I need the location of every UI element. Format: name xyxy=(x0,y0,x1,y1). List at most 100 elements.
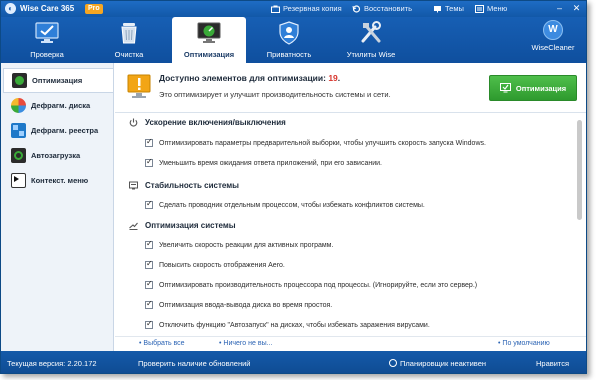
app-title: Wise Care 365 xyxy=(20,4,75,13)
option-label: Оптимизировать параметры предварительной… xyxy=(159,139,486,147)
option-label: Увеличить скорость реакции для активных … xyxy=(159,241,334,249)
option-row[interactable]: Повысить скорость отображения Aero. xyxy=(145,259,285,269)
content-panel: Доступно элементов для оптимизации: 19. … xyxy=(115,63,586,351)
option-label: Повысить скорость отображения Aero. xyxy=(159,261,285,269)
wisecleaner-label: WiseCleaner xyxy=(531,43,575,52)
select-none-link[interactable]: • Ничего не вы... xyxy=(219,340,272,347)
backup-icon xyxy=(271,5,280,13)
option-checkbox[interactable] xyxy=(145,239,153,249)
scheduler-status[interactable]: Планировщик неактивен xyxy=(389,359,486,368)
restore-label: Восстановить xyxy=(364,4,413,13)
select-all-link[interactable]: • Выбрать все xyxy=(139,340,185,347)
backup-label: Резервная копия xyxy=(283,4,342,13)
option-checkbox[interactable] xyxy=(145,199,153,209)
restore-menu[interactable]: Восстановить xyxy=(352,4,412,13)
tab-clean-label: Очистка xyxy=(114,50,144,59)
option-label: Оптимизировать производительность процес… xyxy=(159,281,478,289)
warning-monitor-icon xyxy=(127,74,151,98)
wisecleaner-logo-icon: W xyxy=(543,20,563,40)
main-nav: Проверка Очистка Оптимизация Приватность… xyxy=(1,17,586,63)
tab-privacy[interactable]: Приватность xyxy=(257,17,321,63)
tab-optimize-label: Оптимизация xyxy=(183,50,235,59)
backup-menu[interactable]: Резервная копия xyxy=(271,4,342,13)
summary-banner: Доступно элементов для оптимизации: 19. … xyxy=(115,63,586,113)
themes-menu[interactable]: Темы xyxy=(433,4,464,13)
sidebar-item-registry-defrag[interactable]: Дефрагм. реестра xyxy=(3,118,113,143)
option-row[interactable]: Оптимизировать параметры предварительной… xyxy=(145,137,486,147)
option-row[interactable]: Увеличить скорость реакции для активных … xyxy=(145,239,334,249)
trash-can-icon xyxy=(121,23,137,44)
disk-defrag-icon xyxy=(11,98,26,113)
optimize-button[interactable]: Оптимизация xyxy=(489,75,577,101)
tab-clean[interactable]: Очистка xyxy=(97,17,161,63)
section-title: Оптимизация системы xyxy=(145,221,236,230)
default-label: По умолчанию xyxy=(502,340,550,347)
sidebar-item-label: Контекст. меню xyxy=(31,176,89,185)
minimize-button[interactable]: – xyxy=(554,3,565,14)
tab-check-label: Проверка xyxy=(30,50,64,59)
main-menu[interactable]: Меню xyxy=(475,4,507,13)
vertical-scrollbar[interactable] xyxy=(576,116,583,332)
sidebar-item-disk-defrag[interactable]: Дефрагм. диска xyxy=(3,93,113,118)
option-checkbox[interactable] xyxy=(145,259,153,269)
section-system-optimization: Оптимизация системы xyxy=(129,221,236,230)
scheduler-label: Планировщик неактивен xyxy=(400,359,487,368)
like-button[interactable]: Нравится xyxy=(536,359,569,368)
options-list: Ускорение включения/выключения Оптимизир… xyxy=(115,114,575,336)
sidebar-item-startup[interactable]: Автозагрузка xyxy=(3,143,113,168)
scrollbar-thumb[interactable] xyxy=(577,120,582,220)
close-button[interactable]: ✕ xyxy=(571,3,582,14)
option-row[interactable]: Сделать проводник отдельным процессом, ч… xyxy=(145,199,425,209)
sidebar: Оптимизация Дефрагм. диска Дефрагм. реес… xyxy=(1,63,114,351)
themes-icon xyxy=(434,5,441,12)
shield-icon xyxy=(279,21,299,45)
sidebar-item-optimize[interactable]: Оптимизация xyxy=(3,68,113,93)
sidebar-item-context-menu[interactable]: Контекст. меню xyxy=(3,168,113,193)
option-checkbox[interactable] xyxy=(145,299,153,309)
power-icon xyxy=(129,118,138,127)
option-row[interactable]: Уменьшить время ожидания ответа приложен… xyxy=(145,157,382,167)
optimize-button-label: Оптимизация xyxy=(515,83,567,93)
sidebar-item-label: Дефрагм. реестра xyxy=(31,126,99,135)
status-bar: Текущая версия: 2.20.172 Проверить налич… xyxy=(1,351,586,373)
default-link[interactable]: • По умолчанию xyxy=(498,340,550,347)
menu-label: Меню xyxy=(487,4,508,13)
option-row[interactable]: Отключить функцию "Автозапуск" на дисках… xyxy=(145,319,430,329)
tab-check[interactable]: Проверка xyxy=(15,17,79,63)
option-checkbox[interactable] xyxy=(145,279,153,289)
optimize-button-icon xyxy=(499,83,511,93)
context-menu-icon xyxy=(11,173,26,188)
monitor-gauge-icon xyxy=(197,22,221,43)
option-checkbox[interactable] xyxy=(145,137,153,147)
option-label: Сделать проводник отдельным процессом, ч… xyxy=(159,201,425,209)
clock-icon xyxy=(389,359,397,367)
pro-badge: Pro xyxy=(85,4,103,14)
banner-title: Доступно элементов для оптимизации: 19. xyxy=(159,73,340,83)
section-startup-shutdown: Ускорение включения/выключения xyxy=(129,118,286,127)
option-label: Отключить функцию "Автозапуск" на дисках… xyxy=(159,321,430,329)
optimize-icon xyxy=(12,73,27,88)
tools-icon xyxy=(361,21,381,43)
items-count: 19 xyxy=(328,73,338,83)
registry-defrag-icon xyxy=(11,123,26,138)
check-updates-link[interactable]: Проверить наличие обновлений xyxy=(138,359,250,368)
banner-title-text: Доступно элементов для оптимизации: xyxy=(159,73,326,83)
option-row[interactable]: Оптимизировать производительность процес… xyxy=(145,279,478,289)
select-none-label: Ничего не вы... xyxy=(223,340,273,347)
tab-privacy-label: Приватность xyxy=(266,50,312,59)
option-checkbox[interactable] xyxy=(145,319,153,329)
themes-label: Темы xyxy=(445,4,464,13)
option-row[interactable]: Оптимизация ввода-вывода диска во время … xyxy=(145,299,332,309)
system-optimize-icon xyxy=(129,222,138,230)
title-bar: ◐ Wise Care 365 Pro Резервная копия Восс… xyxy=(1,1,586,17)
tab-optimize[interactable]: Оптимизация xyxy=(172,17,246,63)
stability-icon xyxy=(129,181,138,190)
option-checkbox[interactable] xyxy=(145,157,153,167)
section-stability: Стабильность системы xyxy=(129,181,239,190)
banner-title-suffix: . xyxy=(337,73,341,83)
restore-icon xyxy=(352,4,361,13)
sidebar-item-label: Дефрагм. диска xyxy=(31,101,91,110)
tab-utilities-label: Утилиты Wise xyxy=(346,50,396,59)
wisecleaner-brand[interactable]: W WiseCleaner xyxy=(528,20,578,60)
tab-utilities[interactable]: Утилиты Wise xyxy=(334,17,408,63)
